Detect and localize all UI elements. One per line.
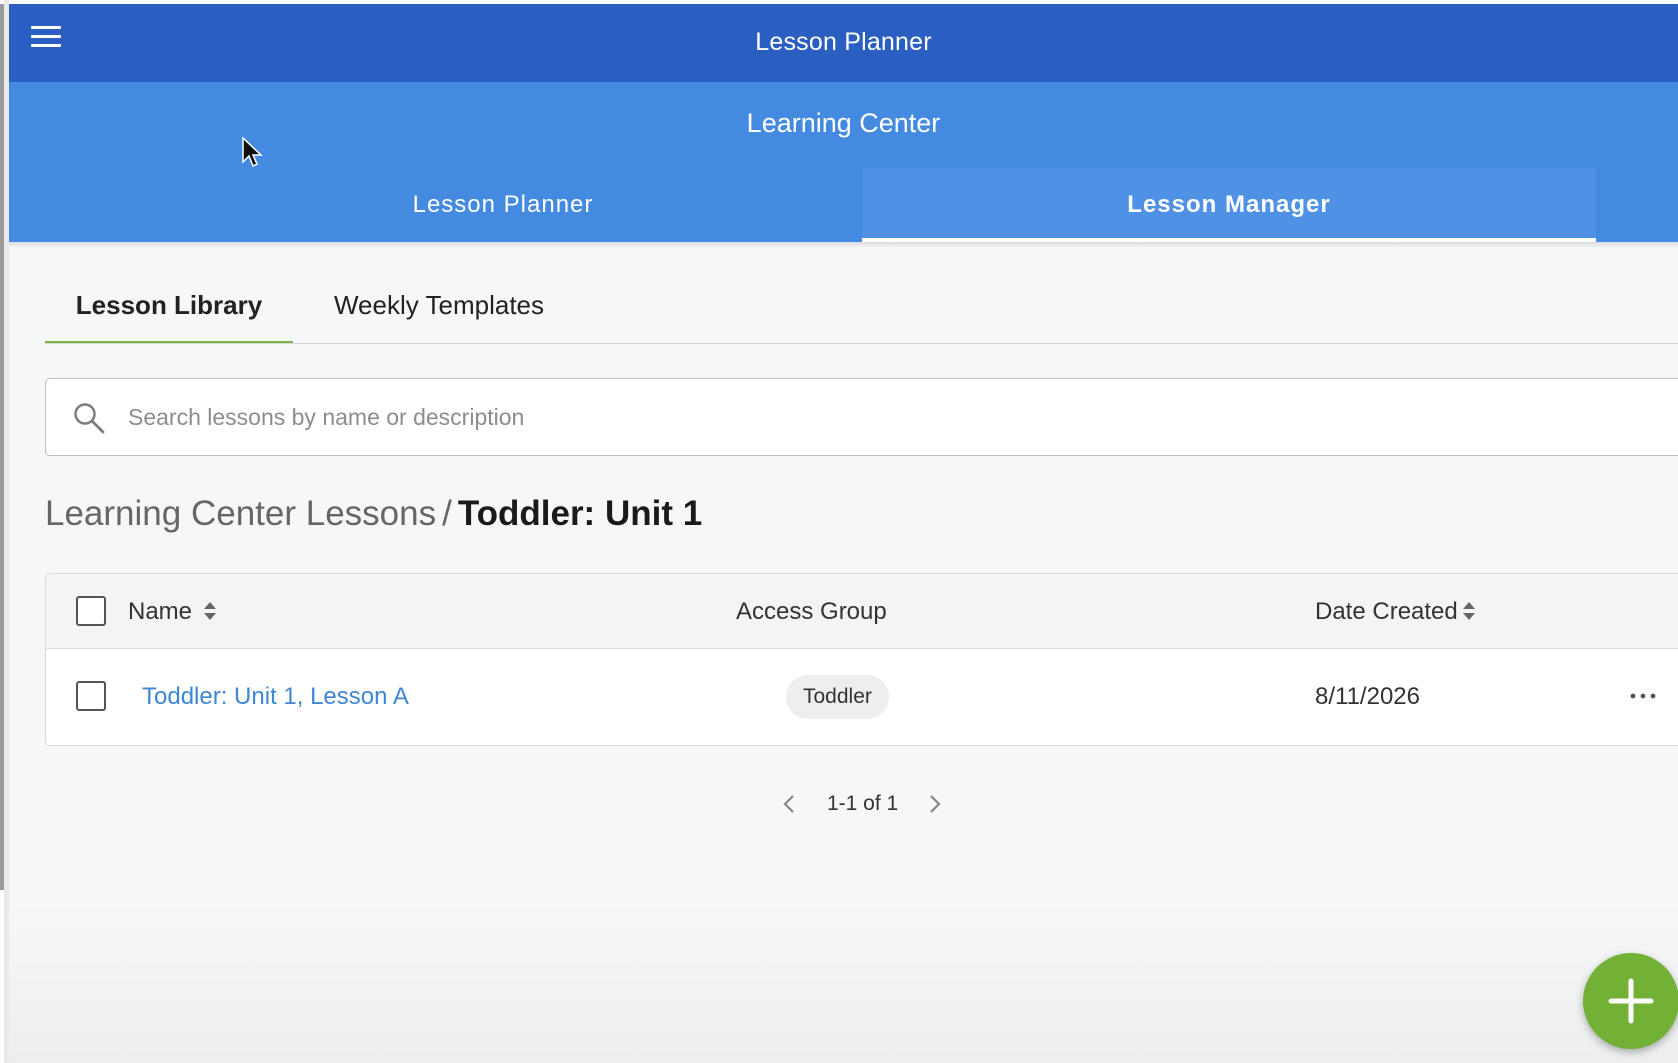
app-title: Lesson Planner [755,28,932,56]
tab-lesson-planner[interactable]: Lesson Planner [136,168,870,242]
column-header-access-group: Access Group [736,598,887,625]
tab-lesson-library[interactable]: Lesson Library [45,266,293,344]
top-app-bar: Lesson Planner [9,4,1678,82]
pagination: 1-1 of 1 [779,784,959,824]
tab-lesson-manager[interactable]: Lesson Manager [862,168,1596,242]
breadcrumb-current: Toddler: Unit 1 [457,494,703,533]
search-input[interactable] [128,379,1664,455]
section-title: Learning Center [746,108,941,138]
bottom-shading [9,903,1678,1063]
table-row[interactable]: Toddler: Unit 1, Lesson A Toddler 8/11/2… [46,649,1678,745]
mouse-cursor-icon [242,136,263,168]
search-icon [74,403,105,434]
tabs-divider [45,343,1678,344]
pagination-label: 1-1 of 1 [827,792,899,815]
select-all-checkbox[interactable] [76,596,106,626]
sort-icon[interactable] [202,599,218,623]
screen: Lesson Planner Learning Center Lesson Pl… [0,0,1678,1063]
chevron-right-icon[interactable] [925,792,945,816]
breadcrumb-separator: / [442,494,452,533]
chevron-left-icon[interactable] [779,792,799,816]
access-group-chip: Toddler [786,675,889,719]
add-lesson-button[interactable] [1583,953,1678,1049]
column-header-name[interactable]: Name [128,598,192,626]
tab-weekly-templates[interactable]: Weekly Templates [309,266,569,344]
lessons-table: Name Access Group Date Created Toddler: … [45,573,1678,746]
date-created: 8/11/2026 [1315,683,1420,710]
breadcrumb-parent[interactable]: Learning Center Lessons [45,494,436,533]
breadcrumb: Learning Center Lessons / Toddler: Unit 1 [45,494,702,534]
plus-icon [1608,978,1654,1024]
lesson-name-link[interactable]: Toddler: Unit 1, Lesson A [142,683,409,711]
row-checkbox[interactable] [76,681,106,711]
sort-icon[interactable] [1461,599,1477,623]
column-header-date-created[interactable]: Date Created [1315,598,1458,626]
app-container: Lesson Planner Learning Center Lesson Pl… [9,4,1678,1063]
more-options-icon[interactable] [1628,681,1658,711]
search-box [45,378,1678,456]
table-header: Name Access Group Date Created [46,574,1678,649]
header-shadow [9,242,1678,248]
